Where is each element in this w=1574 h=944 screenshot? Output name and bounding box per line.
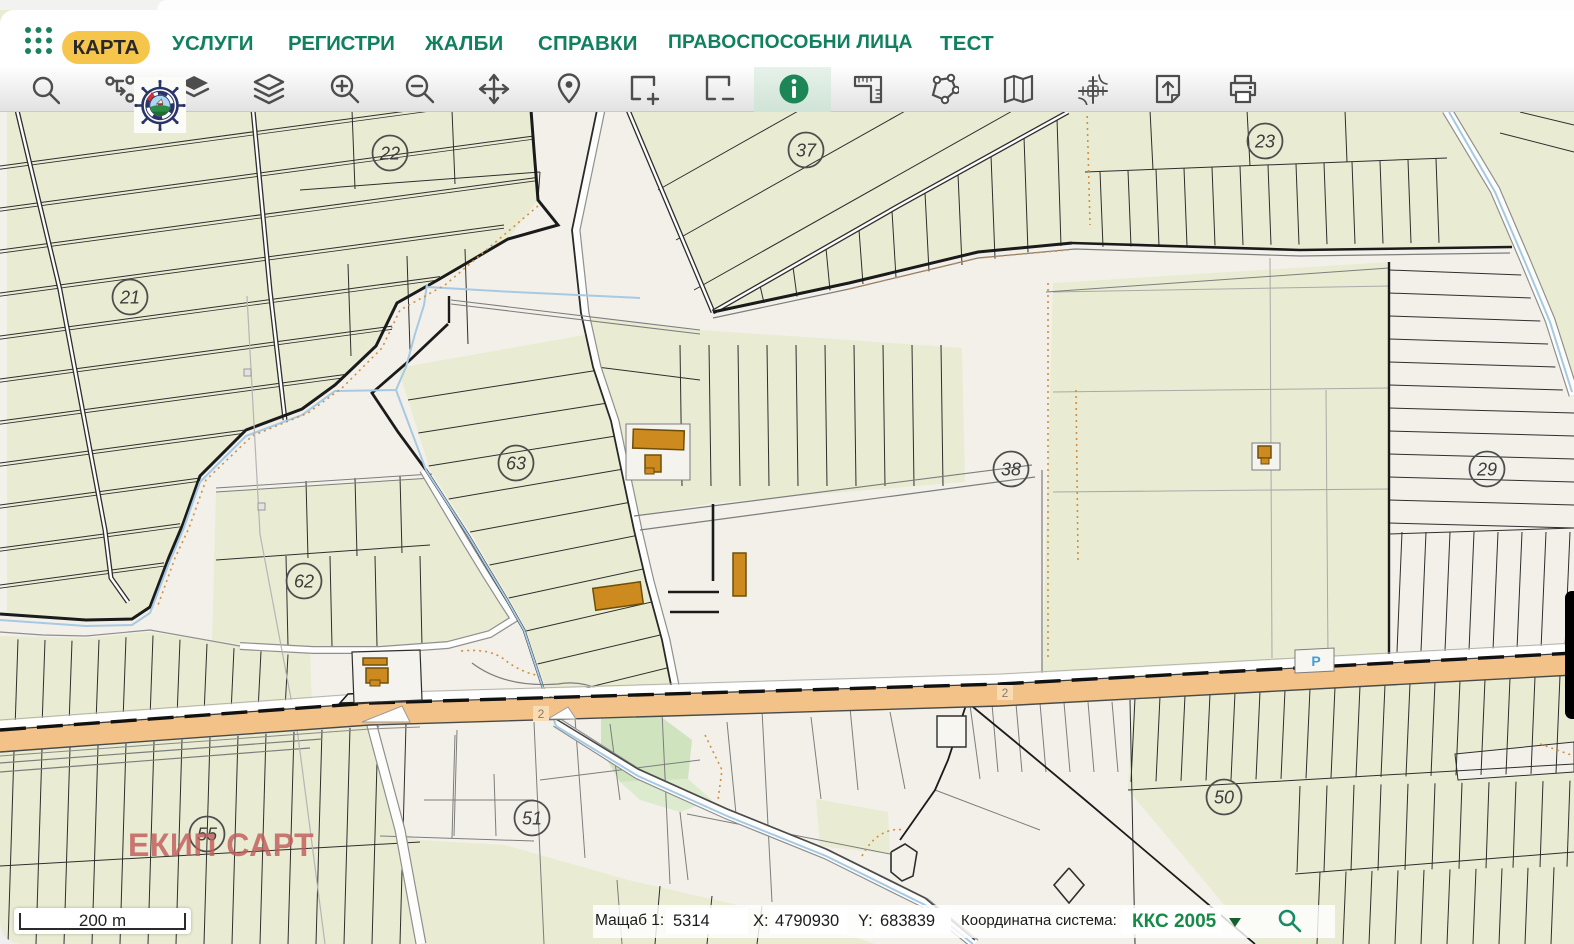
svg-text:21: 21	[119, 288, 140, 308]
svg-text:2: 2	[538, 707, 545, 721]
svg-text:51: 51	[522, 809, 542, 829]
svg-text:63: 63	[506, 454, 526, 474]
svg-text:62: 62	[294, 572, 314, 592]
svg-text:P: P	[1311, 653, 1320, 669]
svg-text:23: 23	[1254, 132, 1275, 152]
svg-text:29: 29	[1476, 460, 1497, 480]
svg-text:38: 38	[1001, 460, 1021, 480]
svg-text:50: 50	[1214, 788, 1234, 808]
svg-text:22: 22	[379, 144, 400, 164]
svg-text:37: 37	[796, 141, 817, 161]
svg-text:2: 2	[1002, 686, 1009, 700]
svg-text:ЕКИП САРТ: ЕКИП САРТ	[128, 827, 314, 863]
